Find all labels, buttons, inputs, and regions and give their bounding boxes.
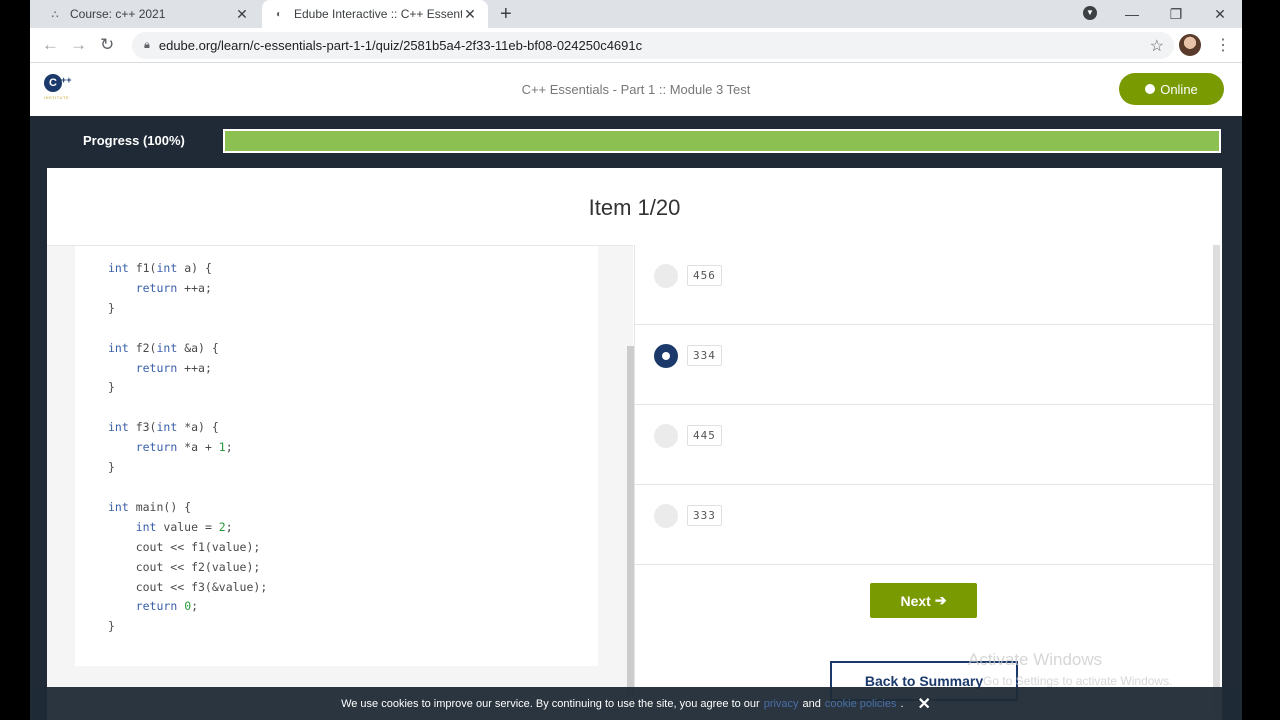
code-line: return ++a;: [135, 360, 212, 375]
reload-icon[interactable]: ↻: [100, 35, 114, 55]
tab-strip: ⛬ Course: c++ 2021 ✕ ◐ Edube Interactive…: [30, 0, 1242, 28]
code-line: int main() {: [108, 499, 192, 514]
windows-activation-watermark: Activate Windows Go to Settings to activ…: [968, 650, 1172, 688]
moodle-icon: ⛬: [51, 8, 59, 20]
code-line: }: [108, 380, 115, 395]
code-scrollbar[interactable]: [627, 346, 634, 696]
code-line: }: [108, 300, 115, 315]
cookie-policies-link[interactable]: cookie policies: [825, 698, 897, 710]
progress-fill: [225, 131, 1219, 151]
course-title: C++ Essentials - Part 1 :: Module 3 Test: [521, 82, 751, 97]
code-line: int f2(int &a) {: [108, 340, 219, 355]
close-icon[interactable]: ✕: [234, 6, 250, 23]
item-title: Item 1/20: [588, 195, 681, 220]
code-line: int f1(int a) {: [108, 261, 212, 275]
site-header: C ++ INSTITUTE C++ Essentials - Part 1 :…: [30, 63, 1242, 116]
cookie-banner: We use cookies to improve our service. B…: [30, 687, 1242, 720]
privacy-link[interactable]: privacy: [764, 698, 799, 710]
quiz-card: Item 1/20 int f1(int a) { return ++a;} i…: [47, 168, 1222, 720]
close-icon[interactable]: ✕: [918, 694, 931, 714]
star-icon[interactable]: ☆: [1150, 36, 1164, 56]
code-box: int f1(int a) { return ++a;} int f2(int …: [75, 246, 598, 666]
radio-button[interactable]: [654, 504, 678, 528]
restore-button[interactable]: ❐: [1154, 6, 1198, 23]
code-line: cout << f2(value);: [108, 559, 261, 574]
download-icon[interactable]: ▼: [1083, 6, 1097, 20]
progress-bar: [223, 129, 1221, 153]
code-line: }: [108, 460, 115, 475]
back-arrow-icon[interactable]: ←: [42, 35, 59, 55]
option-label: 456: [687, 265, 722, 286]
arrow-right-icon: ➔: [934, 592, 947, 608]
close-window-button[interactable]: ✕: [1198, 6, 1242, 23]
tab-edube[interactable]: ◐ Edube Interactive :: C++ Essentia ✕: [262, 0, 488, 28]
tab-title: Course: c++ 2021: [70, 7, 166, 21]
option-label: 445: [687, 425, 722, 446]
status-dot-icon: [1145, 84, 1156, 94]
close-icon[interactable]: ✕: [462, 6, 478, 23]
url-text[interactable]: edube.org/learn/c-essentials-part-1-1/qu…: [159, 38, 642, 53]
radio-button[interactable]: [654, 264, 678, 288]
code-line: int value = 2;: [135, 519, 233, 534]
cpp-logo-icon: ◐: [275, 8, 283, 20]
code-line: cout << f3(&value);: [108, 579, 268, 594]
code-line: }: [108, 619, 115, 634]
option-label: 333: [687, 505, 722, 526]
option-label: 334: [687, 345, 722, 366]
answer-option[interactable]: 445: [635, 405, 1215, 485]
next-label: Next: [900, 592, 931, 609]
progress-section: Progress (100%): [30, 116, 1242, 168]
answer-option[interactable]: 333: [635, 485, 1215, 565]
code-line: return *a + 1;: [135, 440, 233, 455]
code-block: int f1(int a) { return ++a;} int f2(int …: [108, 259, 267, 637]
tab-course[interactable]: ⛬ Course: c++ 2021 ✕: [38, 0, 260, 28]
cookie-text: We use cookies to improve our service. B…: [341, 697, 760, 710]
kebab-menu-icon[interactable]: ⋮: [1215, 35, 1231, 55]
online-status-button[interactable]: Online: [1119, 73, 1224, 105]
minimize-button[interactable]: —: [1110, 6, 1154, 22]
online-label: Online: [1160, 81, 1198, 97]
code-pane: int f1(int a) { return ++a;} int f2(int …: [47, 245, 634, 696]
answer-option[interactable]: 456: [635, 245, 1215, 325]
code-line: return 0;: [135, 599, 199, 614]
forward-arrow-icon[interactable]: →: [70, 35, 87, 55]
browser-window: ⛬ Course: c++ 2021 ✕ ◐ Edube Interactive…: [30, 0, 1242, 720]
radio-button[interactable]: [654, 424, 678, 448]
watermark-title: Activate Windows: [968, 650, 1103, 669]
next-button[interactable]: Next ➔: [870, 583, 977, 618]
answers-pane: 456 334 445 333: [634, 245, 1215, 715]
watermark-subtitle: Go to Settings to activate Windows.: [983, 674, 1173, 688]
answer-option[interactable]: 334: [635, 325, 1215, 405]
code-line: int f3(int *a) {: [108, 420, 219, 435]
radio-button[interactable]: [654, 344, 678, 368]
answers-scrollbar[interactable]: [1213, 245, 1220, 715]
tab-title: Edube Interactive :: C++ Essentia: [294, 7, 462, 21]
window-controls: — ❐ ✕: [1110, 0, 1242, 28]
code-line: cout << f1(value);: [108, 539, 261, 554]
avatar[interactable]: [1179, 34, 1201, 56]
lock-icon[interactable]: 🔒︎: [144, 39, 150, 52]
new-tab-button[interactable]: +: [500, 3, 512, 26]
progress-label: Progress (100%): [83, 133, 185, 148]
cookie-text-end: .: [900, 697, 904, 710]
address-bar[interactable]: 🔒︎ edube.org/learn/c-essentials-part-1-1…: [132, 32, 1174, 59]
browser-toolbar: ← → ↻ 🔒︎ edube.org/learn/c-essentials-pa…: [30, 28, 1242, 63]
code-line: return ++a;: [135, 280, 212, 295]
cookie-text-mid: and: [802, 697, 821, 710]
